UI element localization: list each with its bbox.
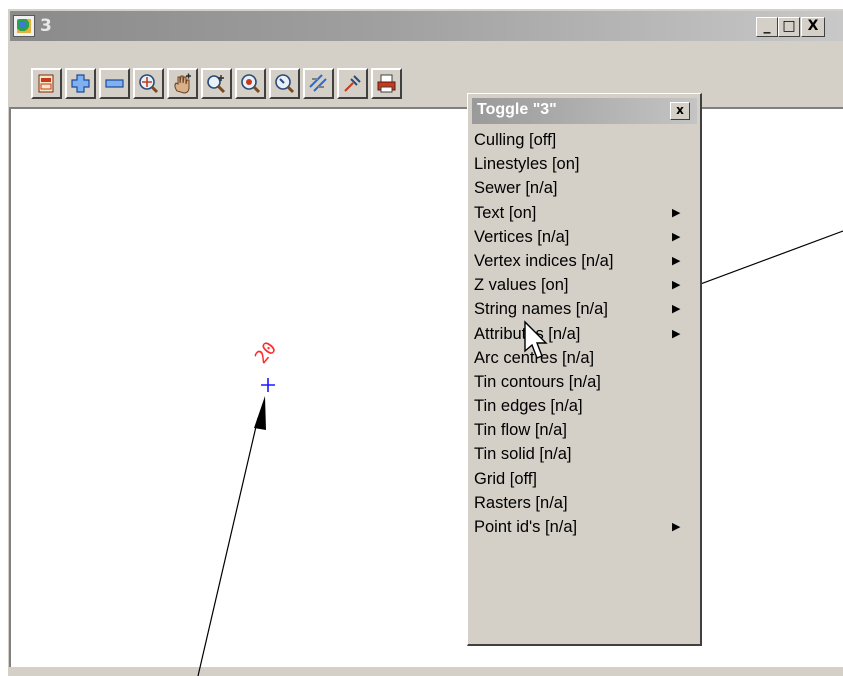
menu-item-label: Arc centres [n/a] [474, 348, 595, 367]
menu-item-label: Sewer [n/a] [474, 179, 558, 198]
pick-icon [344, 75, 361, 92]
title-bar[interactable]: 3 _ □ X [10, 11, 843, 41]
toggle-popup: Toggle "3" x Culling [off] Linestyles [o… [467, 93, 702, 646]
zoom-out-minus-icon [105, 79, 124, 88]
toolbar [10, 41, 843, 107]
zoom-out-button[interactable] [99, 68, 130, 99]
popup-title: Toggle "3" [477, 101, 557, 118]
menu-item-attributes[interactable]: Attributes [n/a] ▶ [472, 322, 697, 346]
menu-item-rasters[interactable]: Rasters [n/a] [472, 491, 697, 515]
menu-item-linestyles[interactable]: Linestyles [on] [472, 152, 697, 176]
submenu-arrow-icon: ▶ [672, 254, 681, 267]
menu-item-sewer[interactable]: Sewer [n/a] [472, 176, 697, 200]
drawing-canvas[interactable] [9, 107, 843, 667]
menu-item-tin-contours[interactable]: Tin contours [n/a] [472, 370, 697, 394]
toggle-menu: Culling [off] Linestyles [on] Sewer [n/a… [472, 128, 697, 539]
menu-item-label: Linestyles [on] [474, 155, 580, 174]
menu-item-label: String names [n/a] [474, 300, 608, 319]
menu-item-label: Tin edges [n/a] [474, 397, 583, 416]
menu-item-label: Point id's [n/a] [474, 518, 578, 536]
zoom-centre-button[interactable] [235, 68, 266, 99]
submenu-arrow-icon: ▶ [672, 230, 681, 243]
print-icon [377, 74, 396, 93]
toggle-icon [309, 74, 327, 92]
submenu-arrow-icon: ▶ [672, 327, 681, 340]
plot-frame-button[interactable] [31, 68, 62, 99]
zoom-extent-icon [139, 74, 159, 94]
zoom-in-plus-icon [71, 74, 90, 93]
zoom-extent-button[interactable] [133, 68, 164, 99]
pan-hand-icon [174, 73, 191, 94]
menu-item-label: Tin solid [n/a] [474, 445, 572, 464]
zoom-in-button[interactable] [65, 68, 96, 99]
minimize-button[interactable]: _ [756, 17, 778, 37]
menu-item-vertices[interactable]: Vertices [n/a] ▶ [472, 225, 697, 249]
menu-item-label: Vertices [n/a] [474, 227, 570, 246]
menu-item-point-ids[interactable]: Point id's [n/a] ▶ [472, 515, 697, 539]
menu-item-label: Attributes [n/a] [474, 324, 581, 343]
menu-item-label: Z values [on] [474, 276, 569, 295]
pick-button[interactable] [337, 68, 368, 99]
menu-item-label: Tin contours [n/a] [474, 372, 601, 391]
zoom-previous-icon [275, 74, 295, 94]
zoom-previous-button[interactable] [269, 68, 300, 99]
menu-item-grid[interactable]: Grid [off] [472, 467, 697, 491]
popup-title-bar[interactable]: Toggle "3" x [472, 98, 697, 124]
menu-item-label: Rasters [n/a] [474, 493, 568, 512]
app-icon[interactable] [13, 15, 35, 37]
zoom-window-icon [207, 75, 226, 94]
menu-item-vertex-indices[interactable]: Vertex indices [n/a] ▶ [472, 249, 697, 273]
menu-item-label: Text [on] [474, 203, 537, 222]
zoom-centre-icon [241, 74, 261, 94]
pan-button[interactable] [167, 68, 198, 99]
menu-item-z-values[interactable]: Z values [on] ▶ [472, 273, 697, 297]
menu-item-culling[interactable]: Culling [off] [472, 128, 697, 152]
menu-item-label: Culling [off] [474, 131, 557, 149]
plot-frame-icon [38, 74, 54, 93]
menu-item-tin-flow[interactable]: Tin flow [n/a] [472, 418, 697, 442]
menu-item-tin-solid[interactable]: Tin solid [n/a] [472, 442, 697, 466]
submenu-arrow-icon: ▶ [672, 206, 681, 219]
print-button[interactable] [371, 68, 402, 99]
menu-item-text[interactable]: Text [on] ▶ [472, 201, 697, 225]
toggle-button[interactable] [303, 68, 334, 99]
close-button[interactable]: X [801, 17, 825, 37]
menu-item-string-names[interactable]: String names [n/a] ▶ [472, 297, 697, 321]
zoom-window-button[interactable] [201, 68, 232, 99]
menu-item-arc-centres[interactable]: Arc centres [n/a] [472, 346, 697, 370]
maximize-button[interactable]: □ [778, 17, 800, 37]
menu-item-label: Grid [off] [474, 469, 537, 488]
popup-close-button[interactable]: x [670, 102, 690, 120]
menu-item-label: Vertex indices [n/a] [474, 251, 614, 270]
window-title: 3 [40, 16, 52, 36]
submenu-arrow-icon: ▶ [672, 521, 681, 533]
submenu-arrow-icon: ▶ [672, 279, 681, 292]
menu-item-label: Tin flow [n/a] [474, 421, 567, 440]
submenu-arrow-icon: ▶ [672, 303, 681, 316]
menu-item-tin-edges[interactable]: Tin edges [n/a] [472, 394, 697, 418]
